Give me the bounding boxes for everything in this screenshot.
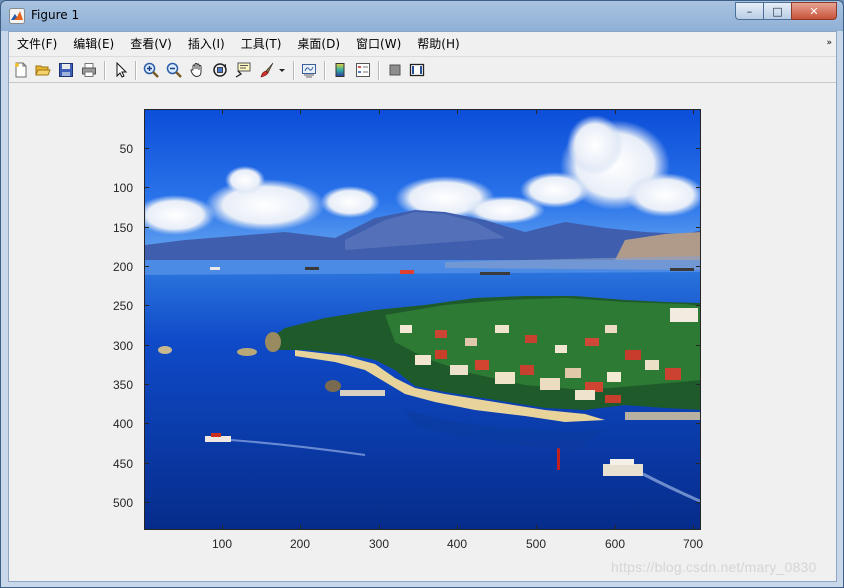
show-plot-tools-icon[interactable] [408, 61, 426, 79]
maximize-button[interactable]: □ [763, 2, 791, 20]
x-tick-label: 700 [682, 537, 704, 551]
menu-view[interactable]: 查看(V) [122, 32, 180, 56]
matlab-app-icon [9, 8, 25, 24]
y-tick-label: 50 [119, 142, 133, 156]
y-tick-label: 250 [112, 299, 133, 313]
menu-overflow-icon[interactable]: » [826, 38, 832, 48]
y-tick-label: 350 [112, 378, 133, 392]
window-title: Figure 1 [31, 8, 80, 22]
csdn-watermark: https://blog.csdn.net/mary_0830 [611, 559, 817, 575]
data-cursor-icon[interactable] [234, 61, 252, 79]
x-tick-label: 200 [289, 537, 311, 551]
brush-dropdown-icon[interactable] [277, 61, 287, 79]
figure-client-area: 文件(F) 编辑(E) 查看(V) 插入(I) 工具(T) 桌面(D) 窗口(W… [8, 31, 837, 582]
menu-tools[interactable]: 工具(T) [233, 32, 290, 56]
brush-icon[interactable] [258, 61, 276, 79]
pan-hand-icon[interactable] [188, 61, 206, 79]
zoom-out-icon[interactable] [165, 61, 183, 79]
y-tick-label: 300 [112, 339, 133, 353]
print-icon[interactable] [80, 61, 98, 79]
link-plot-icon[interactable] [300, 61, 318, 79]
toolbar-separator [293, 61, 295, 80]
open-file-icon[interactable] [34, 61, 52, 79]
menu-help[interactable]: 帮助(H) [409, 32, 467, 56]
minimize-button[interactable]: – [735, 2, 763, 20]
menu-desktop[interactable]: 桌面(D) [289, 32, 348, 56]
menu-bar: 文件(F) 编辑(E) 查看(V) 插入(I) 工具(T) 桌面(D) 窗口(W… [9, 32, 836, 56]
maximize-icon: □ [772, 4, 783, 18]
toolbar-separator [104, 61, 106, 80]
toolbar-separator [378, 61, 380, 80]
y-tick-label: 500 [112, 496, 133, 510]
menu-edit[interactable]: 编辑(E) [65, 32, 122, 56]
figure-window: Figure 1 – □ ✕ 文件(F) 编辑(E) 查看(V) 插入(I) 工… [0, 0, 844, 588]
title-bar[interactable]: Figure 1 – □ ✕ [1, 1, 843, 31]
y-tick-label: 450 [112, 457, 133, 471]
save-icon[interactable] [57, 61, 75, 79]
hide-plot-tools-icon[interactable] [386, 61, 404, 79]
y-tick-label: 100 [112, 181, 133, 195]
figure-toolbar [9, 56, 836, 83]
window-controls: – □ ✕ [735, 2, 837, 22]
insert-colorbar-icon[interactable] [331, 61, 349, 79]
y-tick-label: 400 [112, 417, 133, 431]
x-tick-label: 100 [211, 537, 233, 551]
menu-file[interactable]: 文件(F) [9, 32, 65, 56]
zoom-in-icon[interactable] [142, 61, 160, 79]
close-icon: ✕ [809, 4, 819, 18]
edit-plot-arrow-icon[interactable] [112, 61, 130, 79]
minimize-icon: – [746, 4, 753, 18]
y-tick-label: 200 [112, 260, 133, 274]
x-tick-label: 300 [368, 537, 390, 551]
x-tick-label: 600 [604, 537, 626, 551]
y-tick-label: 150 [112, 221, 133, 235]
x-tick-label: 400 [446, 537, 468, 551]
figure-canvas: 50 100 150 200 250 300 350 400 450 500 1… [9, 83, 836, 581]
x-tick-label: 500 [525, 537, 547, 551]
insert-legend-icon[interactable] [354, 61, 372, 79]
axis-ticks [144, 109, 701, 530]
new-figure-icon[interactable] [12, 61, 30, 79]
close-button[interactable]: ✕ [791, 2, 837, 20]
rotate-3d-icon[interactable] [211, 61, 229, 79]
menu-insert[interactable]: 插入(I) [180, 32, 233, 56]
menu-window[interactable]: 窗口(W) [348, 32, 409, 56]
toolbar-separator [135, 61, 137, 80]
toolbar-separator [324, 61, 326, 80]
